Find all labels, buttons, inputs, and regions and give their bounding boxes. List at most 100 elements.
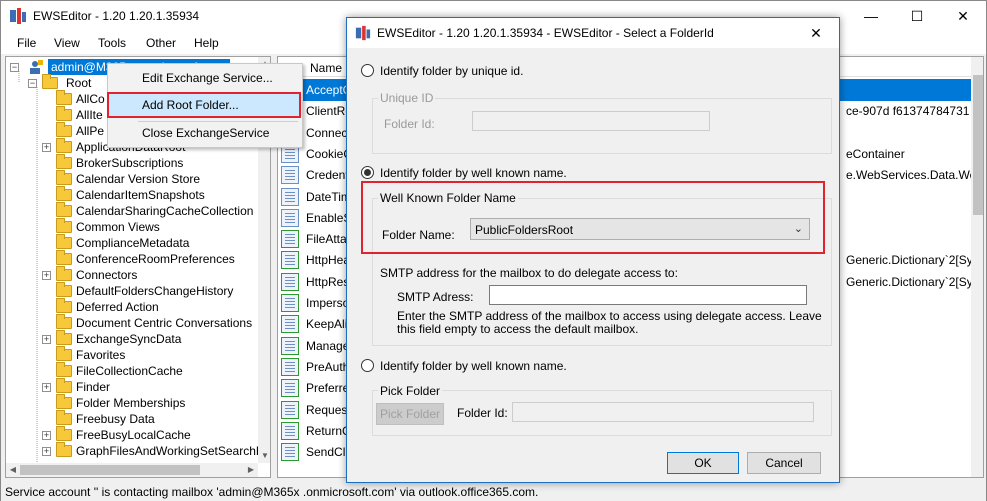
folder-icon: [56, 234, 72, 249]
pick-folder-group-title: Pick Folder: [378, 384, 443, 398]
column-header-name[interactable]: Name: [310, 61, 342, 75]
menu-tools[interactable]: Tools: [98, 36, 126, 50]
menu-help[interactable]: Help: [194, 36, 219, 50]
property-value: e.WebServices.Data.WebC: [846, 168, 984, 183]
folder-icon: [56, 298, 72, 313]
tree-folder-node[interactable]: Document Centric Conversations: [46, 314, 258, 331]
scroll-down-icon[interactable]: ▼: [258, 449, 270, 463]
cancel-button[interactable]: Cancel: [747, 452, 821, 474]
tree-folder-label: Connectors: [76, 268, 138, 282]
tree-folder-label: Favorites: [76, 348, 126, 362]
property-icon: [281, 230, 299, 249]
tree-folder-node[interactable]: Freebusy Data: [46, 410, 258, 427]
tree-root-label: Root: [66, 76, 92, 90]
property-icon: [281, 187, 299, 206]
folder-icon: [56, 218, 72, 233]
tree-folder-node[interactable]: BrokerSubscriptions: [46, 154, 258, 171]
tree-folder-label: DefaultFoldersChangeHistory: [76, 284, 234, 298]
expand-icon[interactable]: +: [42, 335, 51, 344]
expand-icon[interactable]: +: [42, 447, 51, 456]
tree-folder-node[interactable]: + GraphFilesAndWorkingSetSearchFo: [42, 442, 270, 459]
ok-button[interactable]: OK: [667, 452, 739, 474]
menu-item-edit-exchange-service[interactable]: Edit Exchange Service...: [108, 67, 302, 89]
close-button[interactable]: ✕: [940, 1, 986, 32]
expand-icon[interactable]: +: [42, 143, 51, 152]
tree-folder-node[interactable]: ConferenceRoomPreferences: [46, 250, 258, 267]
expand-icon[interactable]: +: [42, 431, 51, 440]
tree-folder-node[interactable]: Common Views: [46, 218, 258, 235]
property-icon: [281, 336, 299, 355]
maximize-button[interactable]: ☐: [894, 1, 940, 32]
folder-icon: [56, 170, 72, 185]
tree-folder-node[interactable]: CalendarSharingCacheCollection: [46, 202, 258, 219]
minimize-button[interactable]: —: [848, 1, 894, 32]
expand-icon[interactable]: +: [42, 383, 51, 392]
dialog-title: EWSEditor - 1.20 1.20.1.35934 - EWSEdito…: [377, 26, 714, 40]
tree-folder-node[interactable]: + ExchangeSyncData: [42, 330, 258, 347]
tree-folder-label: FreeBusyLocalCache: [76, 428, 191, 442]
scroll-thumb[interactable]: [20, 465, 200, 475]
folder-icon: [56, 314, 72, 329]
menu-other[interactable]: Other: [146, 36, 176, 50]
folder-icon: [56, 442, 72, 457]
tree-folder-node[interactable]: Calendar Version Store: [46, 170, 258, 187]
highlight-box: [107, 92, 301, 118]
scroll-left-icon[interactable]: ◀: [6, 463, 20, 477]
tree-folder-label: CalendarItemSnapshots: [76, 188, 205, 202]
list-vertical-scrollbar[interactable]: [971, 57, 983, 477]
scroll-right-icon[interactable]: ▶: [244, 463, 258, 477]
smtp-address-input[interactable]: [489, 285, 807, 305]
property-icon: [281, 379, 299, 398]
tree-folder-label: Freebusy Data: [76, 412, 155, 426]
app-icon: [355, 25, 371, 41]
folder-icon: [56, 394, 72, 409]
tree-folder-node[interactable]: ComplianceMetadata: [46, 234, 258, 251]
tree-folder-node[interactable]: + Connectors: [42, 266, 258, 283]
collapse-icon[interactable]: −: [10, 63, 19, 72]
dialog-close-button[interactable]: ✕: [793, 18, 839, 48]
tree-folder-node[interactable]: + Finder: [42, 378, 258, 395]
radio-well-known-label[interactable]: Identify folder by well known name.: [380, 166, 567, 180]
property-value: Generic.Dictionary`2[Syste: [846, 253, 984, 268]
pick-folder-button[interactable]: Pick Folder: [376, 403, 444, 425]
radio-well-known[interactable]: [361, 166, 374, 179]
smtp-help-text: Enter the SMTP address of the mailbox to…: [397, 309, 822, 336]
tree-folder-node[interactable]: + FreeBusyLocalCache: [42, 426, 258, 443]
tree-horizontal-scrollbar[interactable]: ◀ ▶: [6, 463, 258, 477]
property-icon: [281, 357, 299, 376]
folder-icon: [56, 250, 72, 265]
unique-folder-id-input[interactable]: [472, 111, 710, 131]
tree-folder-node[interactable]: FileCollectionCache: [46, 362, 258, 379]
property-value: ce-907d f61374784731: [846, 104, 970, 119]
property-value: Generic.Dictionary`2[Syste: [846, 274, 984, 289]
folder-icon: [56, 138, 72, 153]
folder-icon: [56, 90, 72, 105]
folder-icon: [56, 362, 72, 377]
tree-folder-node[interactable]: Favorites: [46, 346, 258, 363]
radio-unique-id[interactable]: [361, 64, 374, 77]
menu-view[interactable]: View: [54, 36, 80, 50]
property-icon: [281, 421, 299, 440]
property-icon: [281, 208, 299, 227]
pick-folder-id-input[interactable]: [512, 402, 814, 422]
status-bar: Service account '' is contacting mailbox…: [1, 482, 986, 501]
expand-icon[interactable]: +: [42, 271, 51, 280]
tree-folder-node[interactable]: CalendarItemSnapshots: [46, 186, 258, 203]
status-text: Service account '' is contacting mailbox…: [5, 485, 539, 499]
scroll-thumb[interactable]: [973, 75, 983, 215]
tree-folder-node[interactable]: Deferred Action: [46, 298, 258, 315]
property-icon: [281, 400, 299, 419]
radio-pick-folder-label[interactable]: Identify folder by well known name.: [380, 359, 567, 373]
collapse-icon[interactable]: −: [28, 79, 37, 88]
tree-folder-label: Document Centric Conversations: [76, 316, 253, 330]
tree-folder-label: AllPe: [76, 124, 105, 138]
menu-item-close-exchange-service[interactable]: Close ExchangeService: [108, 122, 302, 144]
menu-file[interactable]: File: [17, 36, 36, 50]
menu-item-label: Close ExchangeService: [142, 126, 270, 140]
radio-unique-id-label[interactable]: Identify folder by unique id.: [380, 64, 523, 78]
folder-icon: [56, 154, 72, 169]
tree-folder-node[interactable]: Folder Memberships: [46, 394, 258, 411]
radio-pick-folder[interactable]: [361, 359, 374, 372]
tree-folder-node[interactable]: DefaultFoldersChangeHistory: [46, 282, 258, 299]
tree-folder-label: AllCo: [76, 92, 105, 106]
